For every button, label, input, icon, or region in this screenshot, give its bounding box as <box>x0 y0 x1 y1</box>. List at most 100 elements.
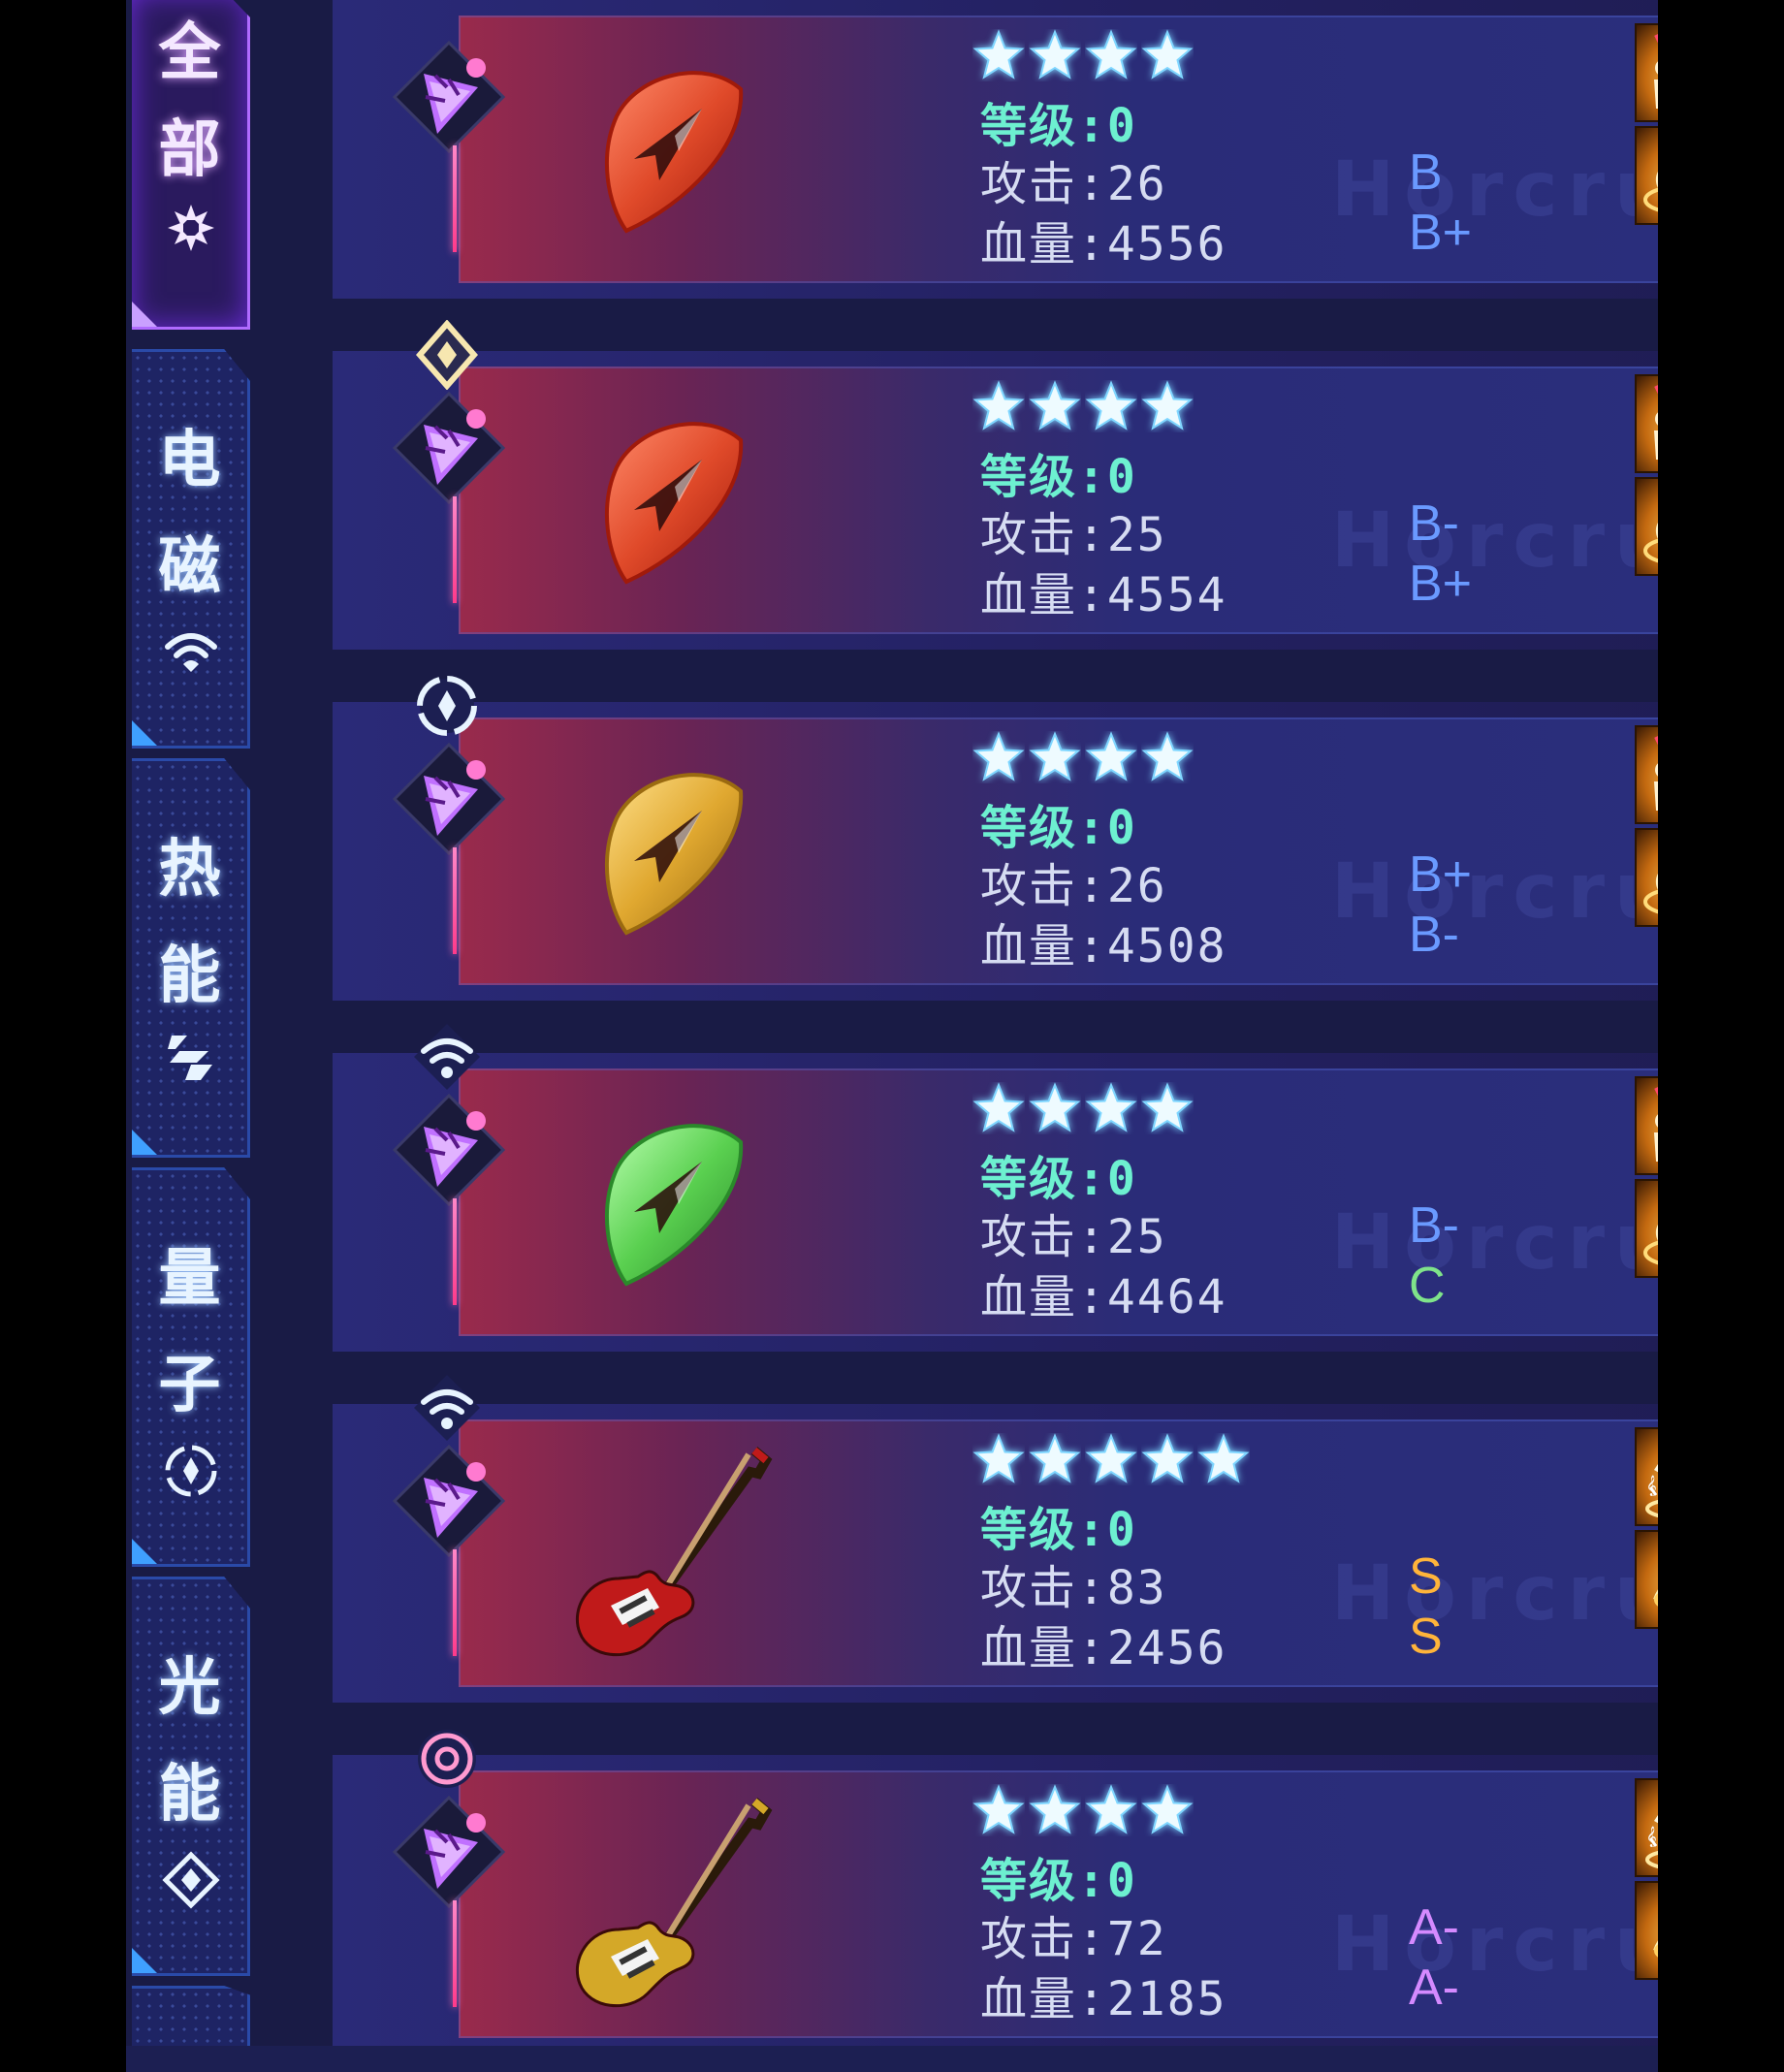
tab-corner-mark <box>132 302 157 327</box>
heat-icon <box>168 1036 212 1080</box>
watermark-text: Horcrux <box>1331 1199 1658 1287</box>
item-card[interactable]: Horcrux等级:0攻击:83血量:2456SS𝄞 <box>333 1375 1658 1703</box>
hp-grade: B+ <box>1409 556 1473 612</box>
hp-text: 血量:4554 <box>980 568 1227 622</box>
item-card[interactable]: Horcrux等级:0攻击:26血量:4556BB+ <box>333 0 1658 299</box>
tab-all-label-1: 全 <box>158 17 221 89</box>
tab-light[interactable]: 光 能 <box>132 1577 250 1976</box>
star-rating <box>972 731 1197 789</box>
hp-grade: S <box>1409 1609 1443 1665</box>
attack-grade: S <box>1409 1548 1443 1605</box>
light-icon <box>162 1851 220 1909</box>
all-icon <box>168 205 214 251</box>
watermark-text: Horcrux <box>1331 497 1658 585</box>
star-rating <box>972 1082 1197 1140</box>
pick-green-icon <box>551 1092 774 1315</box>
hp-grade: B+ <box>1409 205 1473 261</box>
dancer-icon[interactable]: 𝄞 <box>1635 1427 1658 1526</box>
star-icon <box>1197 1433 1250 1483</box>
attack-grade: B <box>1409 144 1443 201</box>
tab-all[interactable]: 全 部 <box>132 0 250 330</box>
guitar-red-icon <box>551 1443 774 1666</box>
hp-text: 血量:4556 <box>980 217 1227 271</box>
tab-corner-mark <box>132 720 157 746</box>
tab-electromagnetic-label-1: 电 <box>158 425 221 496</box>
watermark-text: Horcrux <box>1331 1550 1658 1638</box>
tab-quantum-label-2: 子 <box>158 1350 221 1421</box>
item-card[interactable]: Horcrux等级:0攻击:72血量:2185A-A-𝄞 <box>333 1730 1658 2054</box>
wifi-icon <box>412 1022 482 1092</box>
wifi-icon <box>412 1373 482 1443</box>
tab-corner-mark <box>132 1948 157 1973</box>
star-icon <box>1141 29 1194 80</box>
wifi-icon <box>165 633 217 672</box>
watermark-text: Horcrux <box>1331 1901 1658 1989</box>
tab-thermal-label-1: 热 <box>158 834 221 906</box>
party-cone-icon <box>391 390 507 506</box>
attack-grade: B- <box>1409 495 1459 552</box>
star-rating <box>972 29 1197 87</box>
hp-text: 血量:2185 <box>980 1972 1227 2026</box>
quantum-icon <box>412 671 482 741</box>
tab-corner-mark <box>132 1130 157 1155</box>
item-card[interactable]: Horcrux等级:0攻击:25血量:4464B-C <box>333 1024 1658 1352</box>
hp-text: 血量:4508 <box>980 919 1227 973</box>
attack-grade: A- <box>1409 1899 1459 1956</box>
star-icon <box>972 1433 1025 1483</box>
star-icon <box>1141 731 1194 781</box>
party-cone-icon <box>391 741 507 857</box>
bottom-strip <box>126 2046 1658 2072</box>
pick-gold-icon <box>551 741 774 964</box>
music-note-icon[interactable] <box>1635 1881 1658 1980</box>
inventory-screen: 全 部 电 磁 热 能 量 子 光 能 Horcr 等级:0 攻击:26 血量:… <box>126 0 1658 2072</box>
tab-thermal-label-2: 能 <box>158 940 221 1012</box>
watermark-text: Horcrux <box>1331 848 1658 936</box>
party-cone-icon <box>391 1092 507 1208</box>
star-icon <box>1085 731 1137 781</box>
crowd-icon[interactable] <box>1635 1076 1658 1175</box>
tab-electromagnetic[interactable]: 电 磁 <box>132 349 250 749</box>
music-note-icon[interactable] <box>1635 1530 1658 1629</box>
crowd-icon[interactable] <box>1635 374 1658 473</box>
svg-text:𝄞: 𝄞 <box>1646 1827 1657 1847</box>
dancer-icon[interactable]: 𝄞 <box>1635 1778 1658 1877</box>
star-rating <box>972 380 1197 438</box>
swirl-icon <box>412 1724 482 1794</box>
tab-light-label-2: 能 <box>158 1759 221 1831</box>
hp-grade: C <box>1409 1258 1446 1314</box>
star-icon <box>1141 1433 1194 1483</box>
party-cone-icon <box>391 1443 507 1559</box>
attack-grade: B- <box>1409 1197 1459 1254</box>
attack-text: 攻击:72 <box>980 1912 1167 1966</box>
star-icon <box>1085 1784 1137 1834</box>
attack-text: 攻击:83 <box>980 1561 1167 1615</box>
guitar-boost-icon[interactable] <box>1635 477 1658 576</box>
attack-text: 攻击:25 <box>980 508 1167 562</box>
guitar-boost-icon[interactable] <box>1635 126 1658 225</box>
rarity-line <box>453 496 457 603</box>
tab-light-label-1: 光 <box>158 1652 221 1724</box>
crowd-icon[interactable] <box>1635 23 1658 122</box>
star-icon <box>972 731 1025 781</box>
party-cone-icon <box>391 39 507 155</box>
hp-text: 血量:4464 <box>980 1270 1227 1324</box>
tab-quantum-label-1: 量 <box>158 1243 221 1315</box>
star-icon <box>972 380 1025 430</box>
diamond-icon <box>412 319 482 391</box>
rarity-line <box>453 145 457 252</box>
star-icon <box>1029 380 1081 430</box>
guitar-boost-icon[interactable] <box>1635 828 1658 927</box>
tab-quantum[interactable]: 量 子 <box>132 1167 250 1567</box>
star-icon <box>972 29 1025 80</box>
star-icon <box>972 1082 1025 1132</box>
star-icon <box>1085 380 1137 430</box>
attack-text: 攻击:25 <box>980 1210 1167 1264</box>
star-rating <box>972 1433 1254 1491</box>
crowd-icon[interactable] <box>1635 725 1658 824</box>
star-rating <box>972 1784 1197 1842</box>
svg-text:𝄞: 𝄞 <box>1646 1476 1657 1496</box>
item-card[interactable]: Horcrux等级:0攻击:26血量:4508B+B- <box>333 676 1658 1001</box>
tab-thermal[interactable]: 热 能 <box>132 758 250 1158</box>
guitar-boost-icon[interactable] <box>1635 1179 1658 1278</box>
item-card[interactable]: Horcrux等级:0攻击:25血量:4554B-B+ <box>333 319 1658 650</box>
